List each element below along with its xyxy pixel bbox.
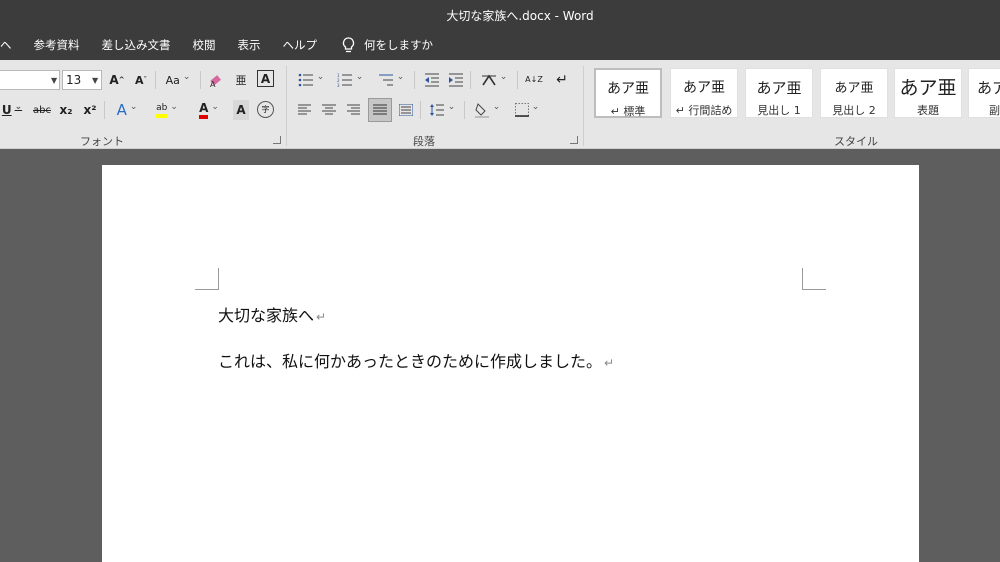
ribbon-tabs: ヘ 参考資料 差し込み文書 校閲 表示 ヘルプ 何をしますか xyxy=(0,30,1000,60)
align-left-icon[interactable] xyxy=(296,100,314,120)
style-name: ↵ 標準 xyxy=(610,105,646,118)
highlight-label: ab xyxy=(156,102,168,118)
shrink-font-button[interactable]: Aˇ xyxy=(133,70,149,90)
window-title: 大切な家族へ.docx - Word xyxy=(446,8,594,23)
phonetic-guide-button[interactable]: 亜 xyxy=(233,70,249,90)
style-sample: あア亜 xyxy=(607,81,649,97)
distributed-icon[interactable] xyxy=(397,100,415,120)
show-formatting-marks-icon[interactable]: ↵ xyxy=(552,70,572,90)
font-color-button[interactable]: A xyxy=(193,100,225,120)
style-name: 見出し 1 xyxy=(757,104,801,117)
sort-icon: A↓Z xyxy=(525,75,543,84)
styles-group-label: スタイル xyxy=(834,135,878,148)
style-title[interactable]: あア亜 表題 xyxy=(894,68,962,118)
font-dialog-launcher-icon[interactable] xyxy=(273,136,281,144)
enclose-characters-button[interactable]: 字 xyxy=(257,101,274,118)
style-name: 見出し 2 xyxy=(832,104,876,117)
word-window: 大切な家族へ.docx - Word ヘ 参考資料 差し込み文書 校閲 表示 ヘ… xyxy=(0,0,1000,562)
style-sample: あア亜 xyxy=(899,77,957,99)
tab-view[interactable]: 表示 xyxy=(227,37,272,53)
character-shading-button[interactable]: A xyxy=(233,100,249,120)
style-no-spacing[interactable]: あア亜 ↵ 行間詰め xyxy=(670,68,738,118)
style-heading-2[interactable]: あア亜 見出し 2 xyxy=(820,68,888,118)
decrease-indent-icon[interactable] xyxy=(422,70,442,90)
strikethrough-button[interactable]: abc xyxy=(31,100,53,120)
tab-help[interactable]: ヘルプ xyxy=(272,37,329,53)
document-paragraph[interactable]: これは、私に何かあったときのために作成しました。 ↵ xyxy=(218,348,614,372)
text-direction-icon[interactable] xyxy=(478,70,510,90)
styles-gallery: あア亜 ↵ 標準 あア亜 ↵ 行間詰め あア亜 見出し 1 あア亜 見出し 2 … xyxy=(592,66,1000,120)
increase-indent-icon[interactable] xyxy=(446,70,466,90)
paragraph-dialog-launcher-icon[interactable] xyxy=(570,136,578,144)
document-paragraph[interactable]: 大切な家族へ ↵ xyxy=(218,302,326,326)
font-size-dropdown-icon[interactable]: ▼ xyxy=(92,76,98,85)
text-effects-button[interactable]: A xyxy=(112,100,142,120)
font-size-value: 13 xyxy=(66,73,82,87)
clear-formatting-icon[interactable]: A xyxy=(207,70,225,90)
line-spacing-icon[interactable] xyxy=(426,100,458,120)
document-workspace[interactable]: 大切な家族へ ↵ これは、私に何かあったときのために作成しました。 ↵ xyxy=(0,149,1000,562)
tab-review[interactable]: 校閲 xyxy=(182,37,227,53)
style-sample: あア亜 xyxy=(683,80,725,96)
separator xyxy=(464,101,465,119)
style-name: 副 xyxy=(989,104,1000,117)
style-sample: あア xyxy=(977,79,1000,97)
tell-me-label: 何をしますか xyxy=(364,38,433,52)
lightbulb-icon xyxy=(342,37,355,53)
numbering-icon[interactable]: 123 xyxy=(335,70,365,90)
paragraph-text: 大切な家族へ xyxy=(218,306,315,325)
font-group-label: フォント xyxy=(80,135,124,148)
svg-text:3: 3 xyxy=(337,83,340,87)
shading-icon[interactable] xyxy=(470,100,504,120)
margin-corner-mark xyxy=(195,268,219,290)
paragraph-mark-icon: ↵ xyxy=(604,356,615,370)
separator xyxy=(420,101,421,119)
tell-me-search[interactable]: 何をしますか xyxy=(328,37,433,53)
font-name-dropdown-icon[interactable]: ▼ xyxy=(51,76,57,85)
paragraph-text: これは、私に何かあったときのために作成しました。 xyxy=(218,352,603,371)
style-sample: あア亜 xyxy=(834,81,874,96)
align-center-icon[interactable] xyxy=(320,100,338,120)
character-border-button[interactable]: A xyxy=(257,70,274,87)
align-right-icon[interactable] xyxy=(344,100,362,120)
underline-button[interactable]: U xyxy=(0,100,24,120)
superscript-button[interactable]: x² xyxy=(82,100,98,120)
style-name: 表題 xyxy=(917,104,939,117)
justify-icon[interactable] xyxy=(368,98,392,122)
ribbon: ▼ 13 ▼ A^ Aˇ Aa A 亜 A U abc x₂ x² A ab A… xyxy=(0,60,1000,149)
change-case-button[interactable]: Aa xyxy=(162,70,194,90)
font-color-label: A xyxy=(199,101,209,119)
multilevel-list-icon[interactable] xyxy=(375,70,407,90)
title-bar: 大切な家族へ.docx - Word xyxy=(0,0,1000,30)
paragraph-group-label: 段落 xyxy=(413,135,435,148)
group-separator xyxy=(583,66,584,146)
margin-corner-mark xyxy=(802,268,826,290)
svg-text:A: A xyxy=(210,80,216,88)
subscript-button[interactable]: x₂ xyxy=(58,100,74,120)
separator xyxy=(414,71,415,89)
sort-button[interactable]: A↓Z xyxy=(524,70,544,90)
group-separator xyxy=(286,66,287,146)
borders-icon[interactable] xyxy=(510,100,544,120)
style-sample: あア亜 xyxy=(756,79,802,97)
grow-font-button[interactable]: A ^ xyxy=(109,70,125,90)
bullets-icon[interactable] xyxy=(296,70,326,90)
tab-references[interactable]: 参考資料 xyxy=(23,37,91,53)
separator xyxy=(470,71,471,89)
paragraph-mark-icon: ↵ xyxy=(316,310,327,324)
tab-partial[interactable]: ヘ xyxy=(0,37,23,53)
separator xyxy=(104,101,105,119)
separator xyxy=(517,71,518,89)
document-page[interactable]: 大切な家族へ ↵ これは、私に何かあったときのために作成しました。 ↵ xyxy=(102,165,919,562)
style-subtitle[interactable]: あア 副 xyxy=(968,68,1000,118)
style-normal[interactable]: あア亜 ↵ 標準 xyxy=(594,68,662,118)
style-name: ↵ 行間詰め xyxy=(675,104,733,117)
separator xyxy=(200,71,201,89)
style-heading-1[interactable]: あア亜 見出し 1 xyxy=(745,68,813,118)
tab-mailings[interactable]: 差し込み文書 xyxy=(91,37,182,53)
separator xyxy=(155,71,156,89)
highlight-button[interactable]: ab xyxy=(151,100,183,120)
